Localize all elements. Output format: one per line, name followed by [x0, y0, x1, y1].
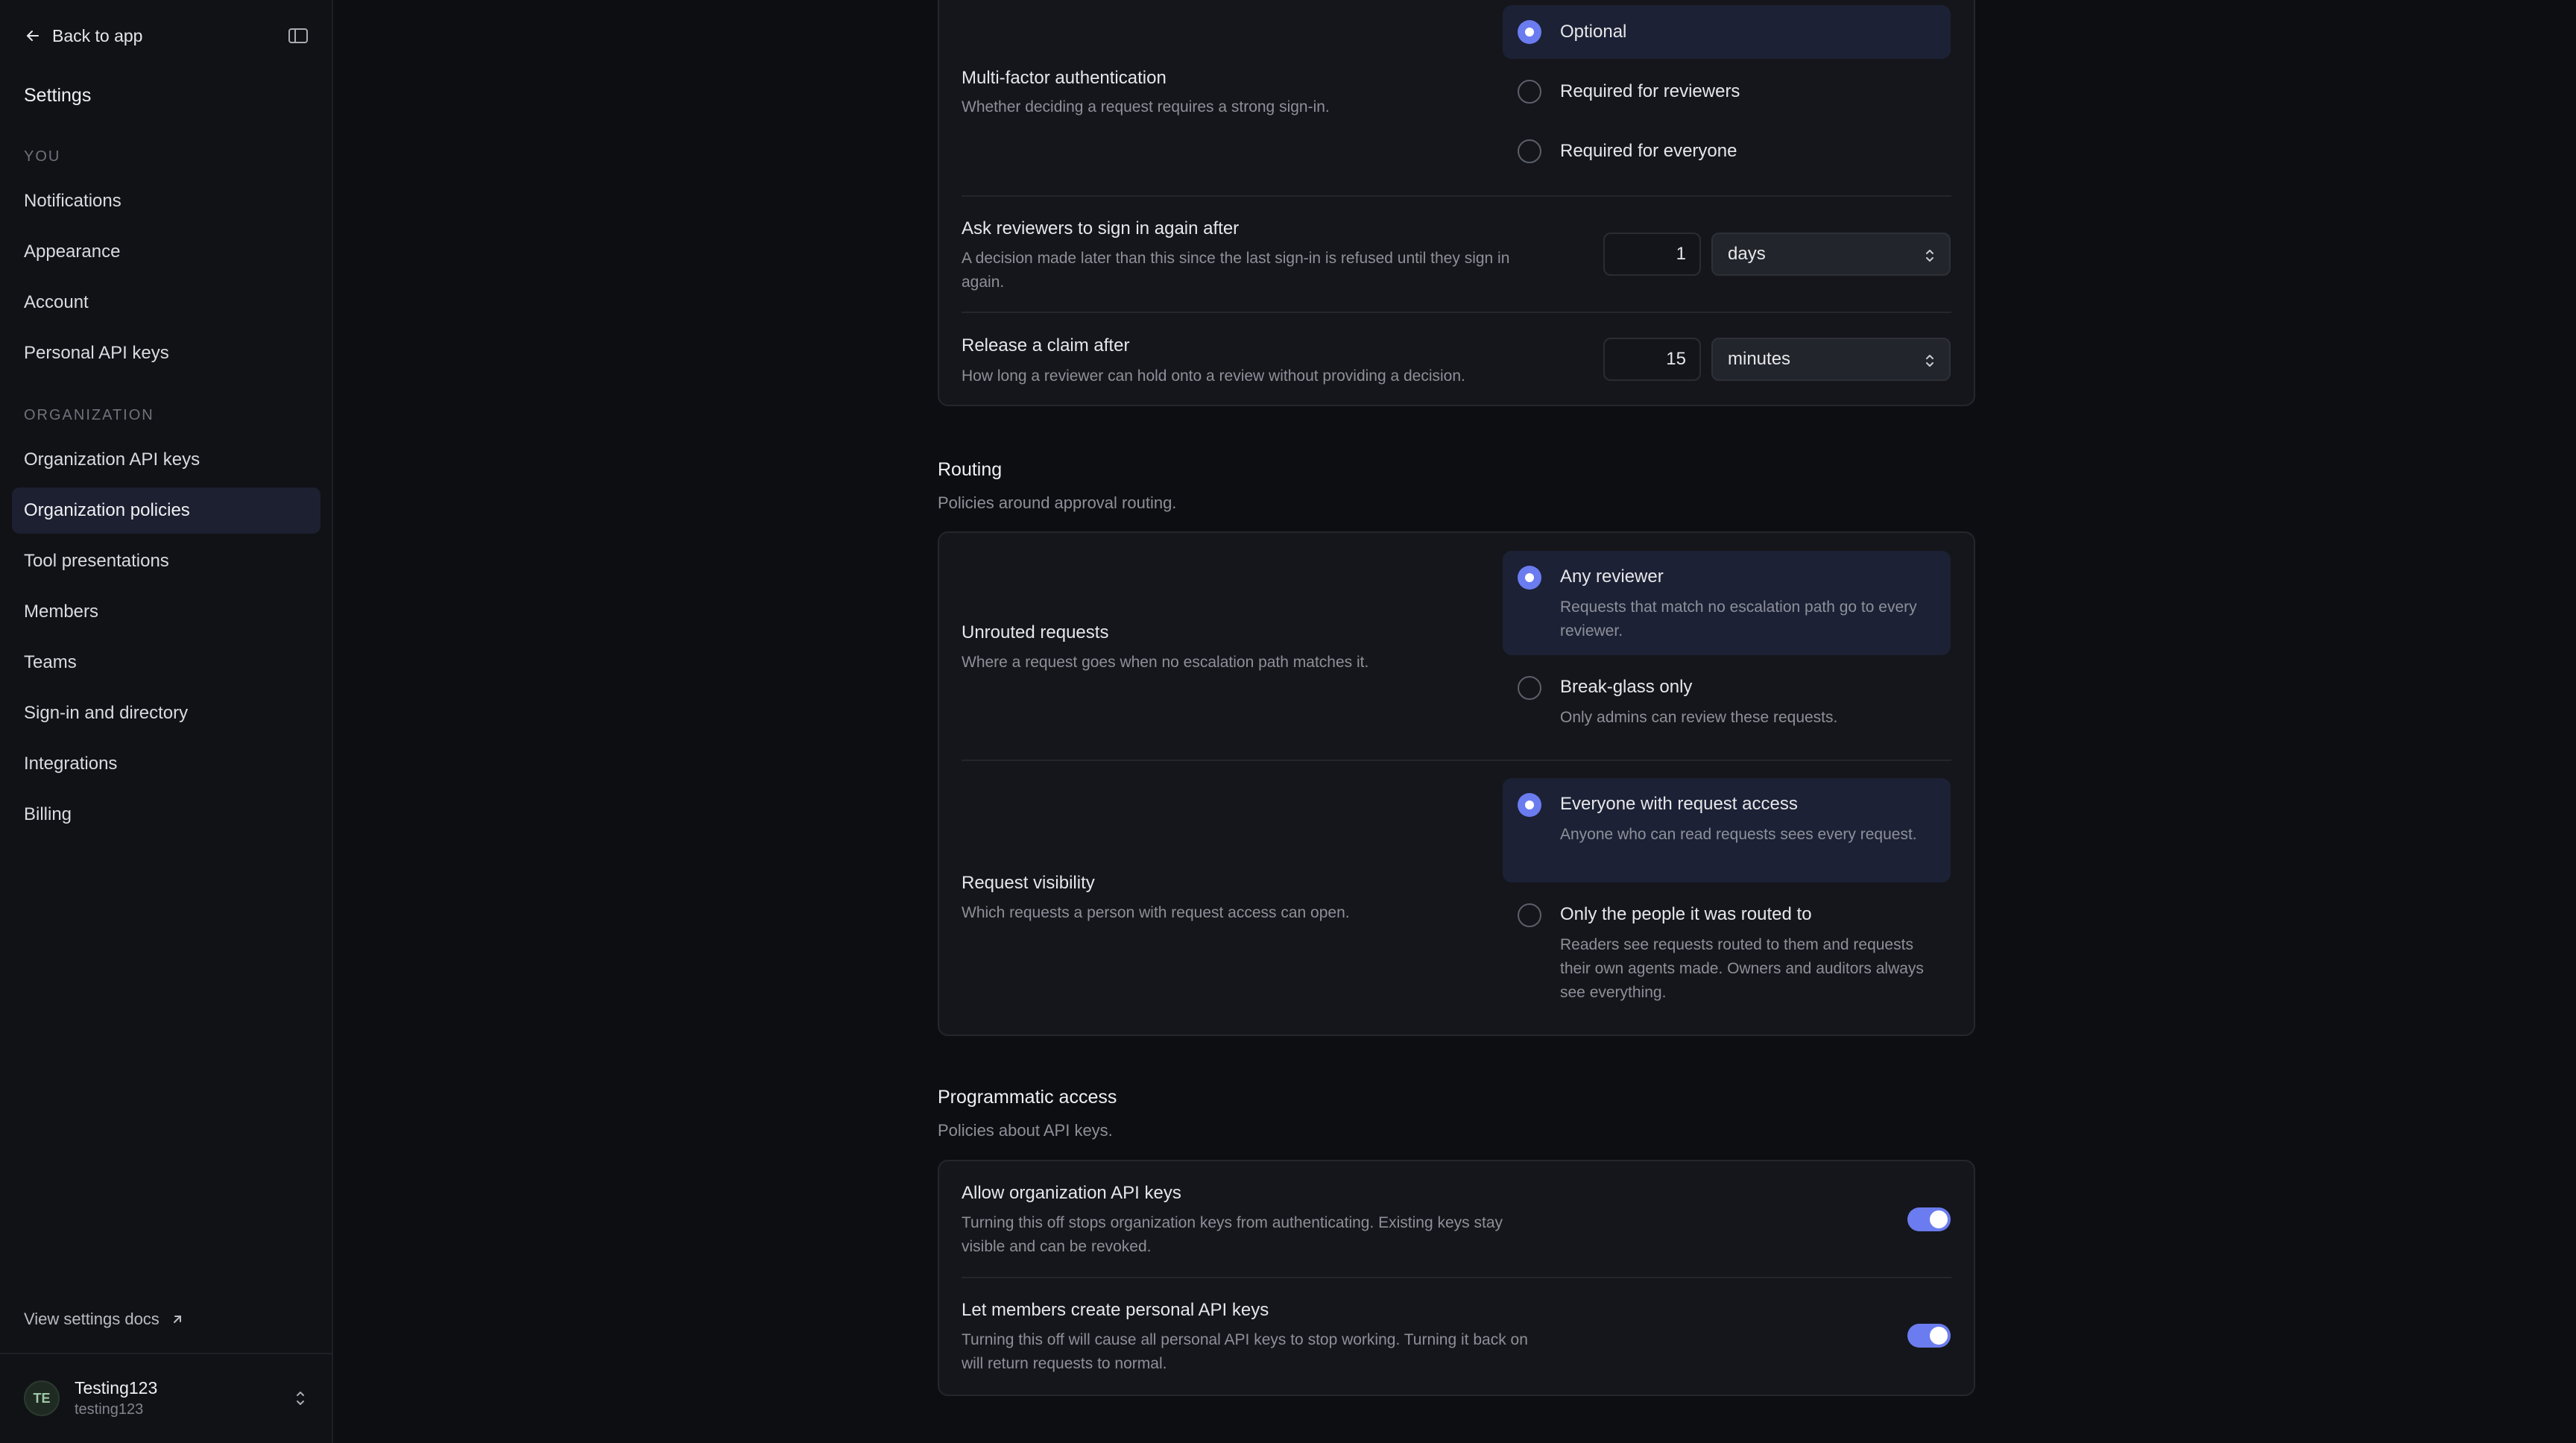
main-content: Optional Required for reviewers Required… [335, 0, 2576, 1443]
request-visibility-description: Which requests a person with request acc… [962, 904, 1350, 921]
avatar: TE [24, 1380, 60, 1416]
select-chevron-icon [1926, 355, 1933, 367]
sidebar-divider [0, 1353, 332, 1354]
arrow-left-icon [27, 31, 39, 41]
option-description: Anyone who can read requests sees every … [1560, 826, 1917, 843]
sidebar-item-account[interactable]: Account [12, 280, 321, 326]
unrouted-requests-label: Unrouted requests [962, 622, 1109, 642]
radio-unselected [1518, 676, 1541, 700]
select-chevron-icon [1926, 250, 1933, 262]
sidebar-item-personal-api-keys[interactable]: Personal API keys [12, 330, 321, 376]
row-divider [962, 195, 1951, 197]
programmatic-section-title: Programmatic access [938, 1087, 1117, 1108]
view-settings-docs-link[interactable]: View settings docs [24, 1310, 185, 1329]
sidebar-item-organization-policies[interactable]: Organization policies [12, 487, 321, 534]
option-description: Requests that match no escalation path g… [1560, 599, 1917, 640]
mfa-option-label: Required for everyone [1560, 141, 1737, 161]
radio-selected [1518, 566, 1541, 590]
external-link-icon [173, 1316, 181, 1323]
radio-selected [1518, 793, 1541, 817]
user-info: Testing123 testing123 [75, 1378, 157, 1418]
mfa-option-required-for-everyone[interactable]: Required for everyone [1503, 124, 1951, 178]
option-description: Only admins can review these requests. [1560, 709, 1838, 726]
settings-sidebar: Back to app Settings YOU Notifications A… [0, 0, 333, 1443]
option-description: Readers see requests routed to them and … [1560, 936, 1924, 1001]
resign-label: Ask reviewers to sign in again after [962, 218, 1240, 239]
claim-unit-value: minutes [1728, 349, 1791, 369]
routing-section-title: Routing [938, 459, 1003, 480]
row-divider [962, 1277, 1951, 1278]
option-label: Any reviewer [1560, 566, 1664, 587]
request-visibility-label: Request visibility [962, 873, 1095, 893]
option-label: Break-glass only [1560, 677, 1693, 697]
personal-api-keys-toggle[interactable] [1907, 1324, 1951, 1348]
claim-value-input[interactable] [1603, 338, 1701, 381]
mfa-option-optional[interactable]: Optional [1503, 5, 1951, 59]
resign-value-input[interactable] [1603, 233, 1701, 276]
option-label: Only the people it was routed to [1560, 904, 1812, 924]
routing-section-description: Policies around approval routing. [938, 493, 1177, 512]
mfa-option-label: Required for reviewers [1560, 81, 1740, 101]
row-divider [962, 760, 1951, 761]
radio-selected [1518, 20, 1541, 44]
sidebar-item-tool-presentations[interactable]: Tool presentations [12, 538, 321, 584]
radio-unselected [1518, 139, 1541, 163]
unrouted-option-any-reviewer[interactable]: Any reviewer Requests that match no esca… [1503, 551, 1951, 655]
sidebar-section-organization: ORGANIZATION [24, 407, 154, 423]
sidebar-item-sign-in-and-directory[interactable]: Sign-in and directory [12, 690, 321, 736]
user-handle: testing123 [75, 1401, 144, 1418]
radio-unselected [1518, 903, 1541, 927]
mfa-label: Multi-factor authentication [962, 68, 1167, 88]
sidebar-header: Back to app [24, 25, 309, 46]
back-to-app-link[interactable]: Back to app [24, 26, 142, 46]
visibility-option-everyone[interactable]: Everyone with request access Anyone who … [1503, 778, 1951, 882]
sidebar-item-members[interactable]: Members [12, 589, 321, 635]
sidebar-item-organization-api-keys[interactable]: Organization API keys [12, 437, 321, 483]
org-api-keys-label: Allow organization API keys [962, 1183, 1181, 1203]
chevron-up-down-icon [297, 1392, 304, 1405]
back-to-app-label: Back to app [52, 25, 143, 45]
sidebar-item-billing[interactable]: Billing [12, 792, 321, 838]
row-divider [962, 312, 1951, 313]
org-api-keys-description: Turning this off stops organization keys… [962, 1214, 1503, 1255]
user-name: Testing123 [75, 1378, 158, 1398]
mfa-option-label: Optional [1560, 22, 1627, 42]
sidebar-item-teams[interactable]: Teams [12, 640, 321, 686]
sidebar-item-notifications[interactable]: Notifications [12, 178, 321, 224]
sidebar-item-integrations[interactable]: Integrations [12, 741, 321, 787]
claim-unit-select[interactable]: minutes [1711, 338, 1951, 381]
view-settings-docs-label: View settings docs [24, 1310, 160, 1328]
sidebar-toggle-button[interactable] [287, 25, 309, 46]
main-canvas: Optional Required for reviewers Required… [335, 0, 2576, 1443]
resign-unit-value: days [1728, 244, 1766, 264]
user-menu[interactable]: TE Testing123 testing123 [24, 1376, 309, 1421]
org-api-keys-toggle[interactable] [1907, 1207, 1951, 1231]
mfa-description: Whether deciding a request requires a st… [962, 98, 1330, 116]
personal-api-keys-label: Let members create personal API keys [962, 1300, 1269, 1320]
resign-description: A decision made later than this since th… [962, 250, 1510, 291]
mfa-option-required-for-reviewers[interactable]: Required for reviewers [1503, 65, 1951, 119]
sidebar-panel-icon [288, 28, 308, 43]
personal-api-keys-description: Turning this off will cause all personal… [962, 1331, 1528, 1372]
claim-label: Release a claim after [962, 335, 1130, 356]
sidebar-section-you: YOU [24, 148, 61, 165]
unrouted-option-break-glass-only[interactable]: Break-glass only Only admins can review … [1503, 661, 1951, 736]
visibility-option-routed-only[interactable]: Only the people it was routed to Readers… [1503, 888, 1951, 1015]
sidebar-title: Settings [24, 85, 92, 106]
claim-description: How long a reviewer can hold onto a revi… [962, 367, 1465, 385]
unrouted-requests-description: Where a request goes when no escalation … [962, 654, 1369, 671]
sidebar-item-appearance[interactable]: Appearance [12, 229, 321, 275]
resign-unit-select[interactable]: days [1711, 233, 1951, 276]
programmatic-section-description: Policies about API keys. [938, 1121, 1113, 1140]
option-label: Everyone with request access [1560, 794, 1798, 814]
